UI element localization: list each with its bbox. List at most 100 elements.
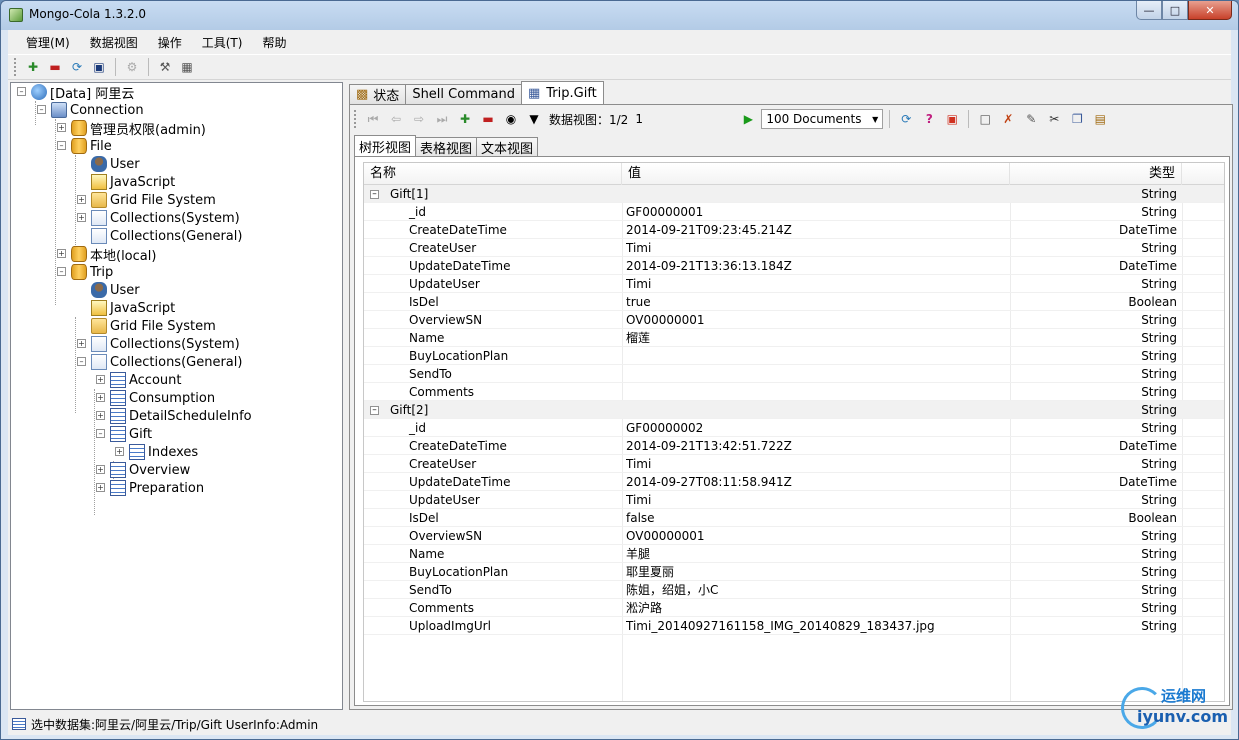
- expand-icon[interactable]: +: [57, 123, 66, 132]
- field-row[interactable]: SendTo 陈姐，绍姐，小C String: [364, 581, 1224, 599]
- field-row[interactable]: IsDel true Boolean: [364, 293, 1224, 311]
- field-row[interactable]: BuyLocationPlan String: [364, 347, 1224, 365]
- collapse-icon[interactable]: –: [37, 105, 46, 114]
- expand-icon[interactable]: +: [115, 447, 124, 456]
- column-header-name[interactable]: 名称: [364, 163, 622, 185]
- stop-icon[interactable]: ▣: [942, 110, 962, 128]
- tree-node-trip-collections-system[interactable]: + Collections(System): [75, 335, 240, 353]
- field-row[interactable]: OverviewSN OV00000001 String: [364, 527, 1224, 545]
- expand-icon[interactable]: +: [77, 195, 86, 204]
- paste-icon[interactable]: ▤: [1090, 110, 1110, 128]
- options-icon[interactable]: ⚙: [123, 58, 141, 76]
- expand-icon[interactable]: +: [96, 375, 105, 384]
- collapse-icon[interactable]: –: [57, 267, 66, 276]
- expand-icon[interactable]: +: [96, 411, 105, 420]
- refresh-icon[interactable]: ⟳: [896, 110, 916, 128]
- tab-trip-gift[interactable]: ▦ Trip.Gift: [520, 81, 604, 104]
- tree-node-trip[interactable]: – Trip: [55, 263, 113, 281]
- tree-node-file[interactable]: – File: [55, 137, 112, 155]
- collapse-icon[interactable]: –: [57, 141, 66, 150]
- group-row[interactable]: – Gift[1] String: [364, 185, 1224, 203]
- field-row[interactable]: Comments 淞沪路 String: [364, 599, 1224, 617]
- tree-node-overview[interactable]: + Overview: [94, 461, 190, 479]
- tree-node-trip-javascript[interactable]: JavaScript: [91, 299, 175, 317]
- refresh-icon[interactable]: ⟳: [68, 58, 86, 76]
- menu-data-view[interactable]: 数据视图: [80, 34, 148, 51]
- tree-node-indexes[interactable]: + Indexes: [113, 443, 198, 461]
- field-row[interactable]: Name 榴莲 String: [364, 329, 1224, 347]
- tree-node-trip-gridfs[interactable]: Grid File System: [91, 317, 216, 335]
- collapse-icon[interactable]: –: [77, 357, 86, 366]
- tree-node-preparation[interactable]: + Preparation: [94, 479, 204, 497]
- expand-icon[interactable]: +: [96, 393, 105, 402]
- field-row[interactable]: Name 羊腿 String: [364, 545, 1224, 563]
- column-header-type[interactable]: 类型: [1010, 163, 1182, 185]
- collapse-all-icon[interactable]: ▬: [478, 110, 498, 128]
- expand-icon[interactable]: +: [77, 213, 86, 222]
- tools-icon[interactable]: ⚒: [156, 58, 174, 76]
- field-row[interactable]: CreateDateTime 2014-09-21T09:23:45.214Z Da…: [364, 221, 1224, 239]
- filter-icon[interactable]: ▼: [524, 110, 544, 128]
- field-row[interactable]: OverviewSN OV00000001 String: [364, 311, 1224, 329]
- help-icon[interactable]: ?: [919, 110, 939, 128]
- server-status-icon[interactable]: ▦: [178, 58, 196, 76]
- tree-node-account[interactable]: + Account: [94, 371, 182, 389]
- tree-node-trip-user[interactable]: User: [91, 281, 140, 299]
- edit-document-icon[interactable]: ✎: [1021, 110, 1041, 128]
- tree-node-file-collections-system[interactable]: + Collections(System): [75, 209, 240, 227]
- maximize-button[interactable]: □: [1162, 1, 1188, 20]
- tree-node-local[interactable]: + 本地(local): [55, 245, 156, 264]
- tree-node-detailscheduleinfo[interactable]: + DetailScheduleInfo: [94, 407, 252, 425]
- field-row[interactable]: UpdateUser Timi String: [364, 491, 1224, 509]
- disconnect-icon[interactable]: ▣: [90, 58, 108, 76]
- document-tree-grid[interactable]: 名称 值 类型 – Gift[1] String _id GF00000001 Strin…: [363, 162, 1225, 702]
- page-input[interactable]: 1: [631, 109, 735, 129]
- tab-shell-command[interactable]: Shell Command: [405, 84, 522, 104]
- tree-node-file-javascript[interactable]: JavaScript: [91, 173, 175, 191]
- tree-node-file-gridfs[interactable]: + Grid File System: [75, 191, 216, 209]
- expand-icon[interactable]: +: [77, 339, 86, 348]
- delete-document-icon[interactable]: ✗: [998, 110, 1018, 128]
- tree-node-root[interactable]: – [Data] 阿里云: [15, 83, 134, 102]
- field-row[interactable]: CreateUser Timi String: [364, 455, 1224, 473]
- menu-manage[interactable]: 管理(M): [16, 34, 80, 51]
- field-row[interactable]: _id GF00000002 String: [364, 419, 1224, 437]
- tree-node-trip-collections-general[interactable]: – Collections(General): [75, 353, 242, 371]
- tab-status[interactable]: ▩ 状态: [349, 84, 407, 104]
- tab-tree-view[interactable]: 树形视图: [354, 135, 417, 156]
- last-page-icon[interactable]: ⏭: [432, 110, 452, 128]
- group-row[interactable]: – Gift[2] String: [364, 401, 1224, 419]
- collapse-icon[interactable]: –: [17, 87, 26, 96]
- connection-tree[interactable]: – [Data] 阿里云 – Connection + 管理员权限(admin)…: [10, 82, 343, 710]
- new-document-icon[interactable]: □: [975, 110, 995, 128]
- prev-page-icon[interactable]: ⇦: [386, 110, 406, 128]
- field-row[interactable]: IsDel false Boolean: [364, 509, 1224, 527]
- run-icon[interactable]: ▶: [738, 110, 758, 128]
- tab-table-view[interactable]: 表格视图: [415, 137, 478, 157]
- tree-node-file-collections-general[interactable]: Collections(General): [91, 227, 242, 245]
- collapse-icon[interactable]: –: [96, 429, 105, 438]
- add-connection-icon[interactable]: ✚: [24, 58, 42, 76]
- field-row[interactable]: _id GF00000001 String: [364, 203, 1224, 221]
- tree-node-admin[interactable]: + 管理员权限(admin): [55, 119, 206, 138]
- field-row[interactable]: UpdateUser Timi String: [364, 275, 1224, 293]
- documents-per-page-select[interactable]: 100 Documents ▼: [761, 109, 884, 129]
- cut-icon[interactable]: ✂: [1044, 110, 1064, 128]
- copy-icon[interactable]: ❐: [1067, 110, 1087, 128]
- column-header-value[interactable]: 值: [622, 163, 1010, 185]
- menu-tools[interactable]: 工具(T): [192, 34, 253, 51]
- tree-node-consumption[interactable]: + Consumption: [94, 389, 215, 407]
- menu-help[interactable]: 帮助: [252, 34, 296, 51]
- field-row[interactable]: UploadImgUrl Timi_20140927161158_IMG_2014…: [364, 617, 1224, 635]
- next-page-icon[interactable]: ⇨: [409, 110, 429, 128]
- first-page-icon[interactable]: ⏮: [363, 110, 383, 128]
- field-row[interactable]: UpdateDateTime 2014-09-21T13:36:13.184Z Da…: [364, 257, 1224, 275]
- field-row[interactable]: CreateUser Timi String: [364, 239, 1224, 257]
- tree-node-gift[interactable]: – Gift: [94, 425, 152, 443]
- expand-all-icon[interactable]: ✚: [455, 110, 475, 128]
- field-row[interactable]: SendTo String: [364, 365, 1224, 383]
- tree-node-connection[interactable]: – Connection: [35, 101, 144, 119]
- tab-text-view[interactable]: 文本视图: [476, 137, 539, 157]
- minimize-button[interactable]: —: [1136, 1, 1162, 20]
- find-icon[interactable]: ◉: [501, 110, 521, 128]
